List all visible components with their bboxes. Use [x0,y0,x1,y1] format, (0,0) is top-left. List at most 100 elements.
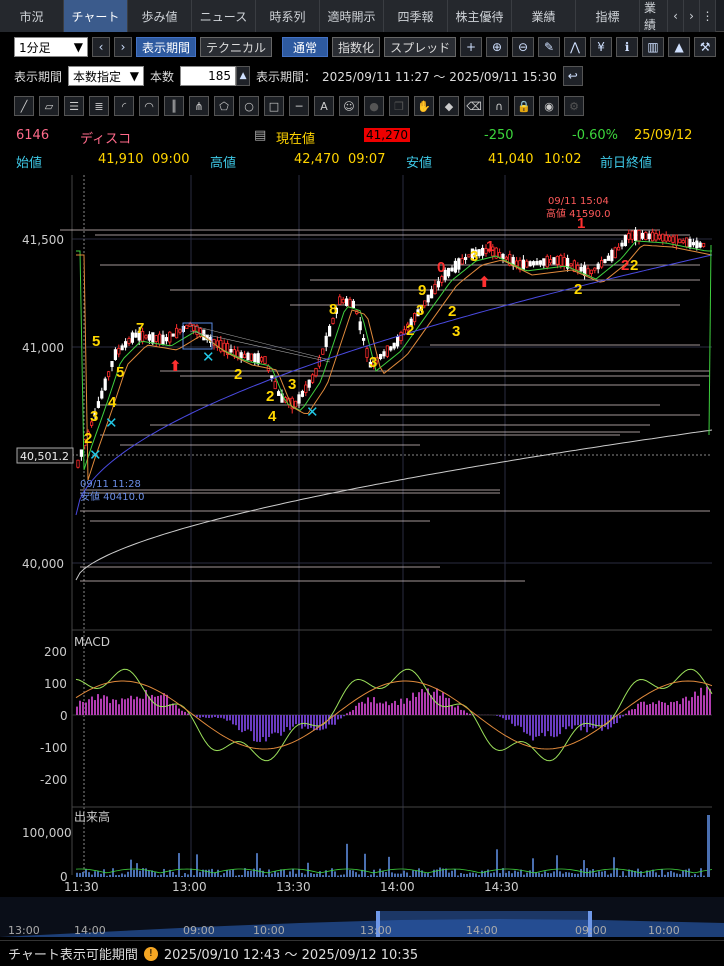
macd-bar [187,713,189,715]
tab-menu-icon[interactable]: ⋮ [700,0,716,32]
fan-icon[interactable]: ◜ [114,96,134,116]
tab-market[interactable]: 市況 [0,0,64,32]
range-mode-select[interactable]: 本数指定 ▼ [68,66,145,86]
buy-arrow-icon: ⬆ [169,357,182,375]
macd-bar [454,707,456,715]
area-chart-icon[interactable]: ▲ [668,37,691,57]
macd-bar [709,688,711,715]
tab-benefits[interactable]: 株主優待 [448,0,512,32]
text-icon[interactable]: A [314,96,334,116]
prev-button[interactable]: ‹ [92,37,110,57]
crosshair-icon[interactable]: + [460,37,483,57]
copy-icon[interactable]: ❐ [389,96,409,116]
candle-body [103,378,107,391]
delete-icon[interactable]: ⌫ [464,96,484,116]
macd-bar [376,703,378,715]
cross-marker-icon: ✕ [105,414,118,432]
technical-button[interactable]: テクニカル [200,37,273,57]
tab-quarterly[interactable]: 四季報 [384,0,448,32]
prev-close-label: 前日終値 [600,156,653,171]
indicator-icon[interactable]: ⋀ [564,37,587,57]
candle-body [532,261,536,266]
volume-bar [577,873,579,877]
volume-bar [625,875,627,877]
pitchfork-icon[interactable]: ⋔ [189,96,209,116]
vertical-lines-icon[interactable]: ║ [164,96,184,116]
emoji-icon[interactable]: ☺ [339,96,359,116]
tab-indicators[interactable]: 指標 [576,0,640,32]
my-chart-icon[interactable]: ▥ [642,37,665,57]
macd-bar [679,704,681,715]
navigator-tick: 13:00 [360,924,392,937]
volume-bar [448,872,450,877]
candle-body [389,346,393,351]
reset-icon[interactable]: ↩ [562,66,583,86]
hand-icon[interactable]: ✋ [414,96,434,116]
volume-bar [238,875,240,877]
macd-bar [370,702,372,715]
macd-bar [295,715,297,725]
next-button[interactable]: › [114,37,132,57]
yen-icon[interactable]: ¥ [590,37,613,57]
volume-bar [493,872,495,877]
tab-results-2[interactable]: 業績 [640,0,668,32]
candle-body [174,327,179,339]
settings-icon[interactable]: ⚙ [564,96,584,116]
fibonacci-icon[interactable]: ≣ [89,96,109,116]
open-label: 始値 [16,156,43,171]
volume-bar [610,873,612,877]
price-chart[interactable]: 5754322342832 39023132122⬆⬆✕✕✕✕ 13:00 14:0… [0,175,724,940]
volume-bar [565,872,567,877]
tab-disclosure[interactable]: 適時開示 [320,0,384,32]
candle-body [603,259,607,263]
eraser-icon[interactable]: ◆ [439,96,459,116]
wrench-icon[interactable]: ⚒ [694,37,717,57]
volume-bar [127,871,129,877]
eye-icon[interactable]: ◉ [539,96,559,116]
macd-bar [652,702,654,715]
volume-bar [529,870,531,877]
lock-icon[interactable]: 🔒 [514,96,534,116]
pentagon-icon[interactable]: ⬠ [214,96,234,116]
zoom-out-icon[interactable]: ⊖ [512,37,535,57]
hline-icon[interactable]: ─ [289,96,309,116]
interval-select[interactable]: 1分足 ▼ [14,37,88,57]
tab-scroll-left-icon[interactable]: ‹ [668,0,684,32]
tab-chart[interactable]: チャート [64,0,128,32]
stepper-icon[interactable]: ▲ [236,66,251,86]
tab-news[interactable]: ニュース [192,0,256,32]
tab-timeseries[interactable]: 時系列 [256,0,320,32]
pencil-icon[interactable]: ✎ [538,37,561,57]
ruler-icon[interactable]: ▱ [39,96,59,116]
macd-bar [232,715,234,725]
macd-bar [142,698,144,715]
trendline-icon[interactable]: ╱ [14,96,34,116]
arc-icon[interactable]: ◠ [139,96,159,116]
rectangle-icon[interactable]: □ [264,96,284,116]
mode-normal-button[interactable]: 通常 [282,37,329,57]
candle-body [433,284,437,294]
count-input[interactable]: 185 [180,66,237,86]
candle-body [634,229,638,241]
warning-icon: ! [143,946,158,961]
magnet-icon[interactable]: ∩ [489,96,509,116]
volume-bar [124,874,126,877]
circle-icon[interactable]: ○ [239,96,259,116]
candle-body [344,298,349,306]
mode-spread-button[interactable]: スプレッド [384,37,457,57]
tab-tick[interactable]: 歩み値 [128,0,192,32]
volume-bar [490,873,492,877]
volume-bar [508,871,510,877]
info-icon[interactable]: ℹ [616,37,639,57]
period-button[interactable]: 表示期間 [136,37,197,57]
zoom-in-icon[interactable]: ⊕ [486,37,509,57]
tab-scroll-right-icon[interactable]: › [684,0,700,32]
volume-bar [289,871,291,877]
stamp-icon[interactable]: ● [364,96,384,116]
horizontal-lines-icon[interactable]: ☰ [64,96,84,116]
volume-bar [76,872,78,877]
mode-index-button[interactable]: 指数化 [332,37,381,57]
tab-results[interactable]: 業績 [512,0,576,32]
macd-bar [685,696,687,715]
macd-bar [343,715,345,717]
